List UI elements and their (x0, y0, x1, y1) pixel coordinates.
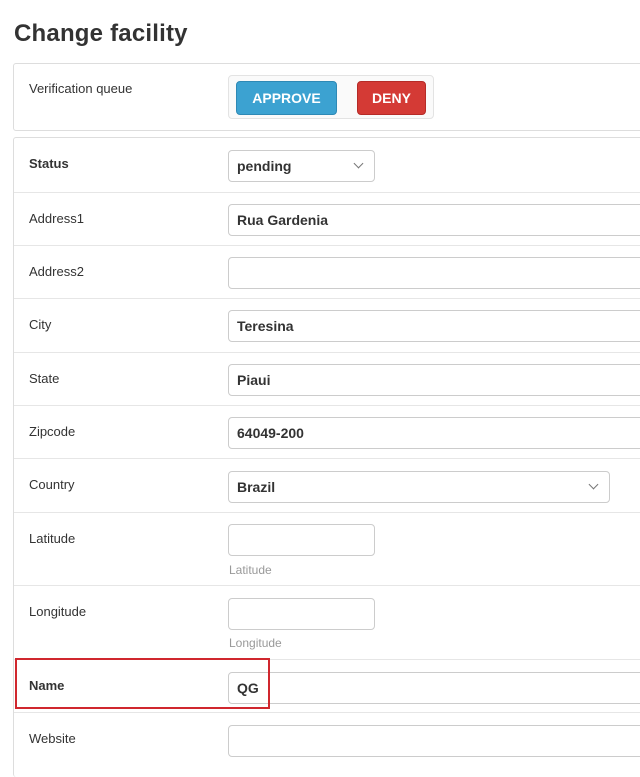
zipcode-input[interactable]: 64049-200 (228, 417, 640, 449)
zipcode-row: Zipcode 64049-200 (14, 405, 640, 458)
latitude-input[interactable] (228, 524, 375, 556)
website-input[interactable] (228, 725, 640, 757)
state-label: State (29, 371, 60, 386)
city-label: City (29, 317, 52, 332)
verification-queue-label: Verification queue (29, 81, 133, 96)
deny-button[interactable]: DENY (357, 81, 426, 115)
address2-input[interactable] (228, 257, 640, 289)
verification-queue-panel: Verification queue APPROVE DENY (13, 63, 640, 131)
address2-row: Address2 (14, 245, 640, 298)
longitude-label: Longitude (29, 604, 87, 619)
status-row: Status pending (14, 138, 640, 192)
country-value: Brazil (237, 479, 276, 495)
city-input[interactable]: Teresina (228, 310, 640, 342)
name-row: Name QG (14, 659, 640, 712)
address2-label: Address2 (29, 264, 84, 279)
website-row: Website (14, 712, 640, 777)
longitude-row: Longitude Longitude (14, 585, 640, 659)
city-row: City Teresina (14, 298, 640, 352)
facility-form: Status pending Address1 Rua Gardenia Add… (13, 137, 640, 777)
address1-label: Address1 (29, 211, 84, 226)
country-select[interactable]: Brazil (228, 471, 610, 503)
latitude-label: Latitude (29, 531, 76, 546)
status-label: Status (29, 156, 69, 171)
name-input[interactable]: QG (228, 672, 640, 704)
country-label: Country (29, 477, 75, 492)
verification-button-group: APPROVE DENY (228, 75, 434, 119)
chevron-down-icon (353, 158, 364, 169)
status-select[interactable]: pending (228, 150, 375, 182)
chevron-down-icon (588, 479, 599, 490)
country-row: Country Brazil (14, 458, 640, 512)
longitude-help-text: Longitude (229, 636, 282, 650)
longitude-input[interactable] (228, 598, 375, 630)
status-value: pending (237, 158, 292, 174)
address1-input[interactable]: Rua Gardenia (228, 204, 640, 236)
zipcode-label: Zipcode (29, 424, 76, 439)
website-label: Website (29, 731, 76, 746)
latitude-help-text: Latitude (229, 563, 272, 577)
state-row: State Piaui (14, 352, 640, 405)
address1-row: Address1 Rua Gardenia (14, 192, 640, 245)
latitude-row: Latitude Latitude (14, 512, 640, 585)
approve-button[interactable]: APPROVE (236, 81, 337, 115)
name-label: Name (29, 678, 65, 693)
state-input[interactable]: Piaui (228, 364, 640, 396)
page-title: Change facility (14, 20, 188, 47)
